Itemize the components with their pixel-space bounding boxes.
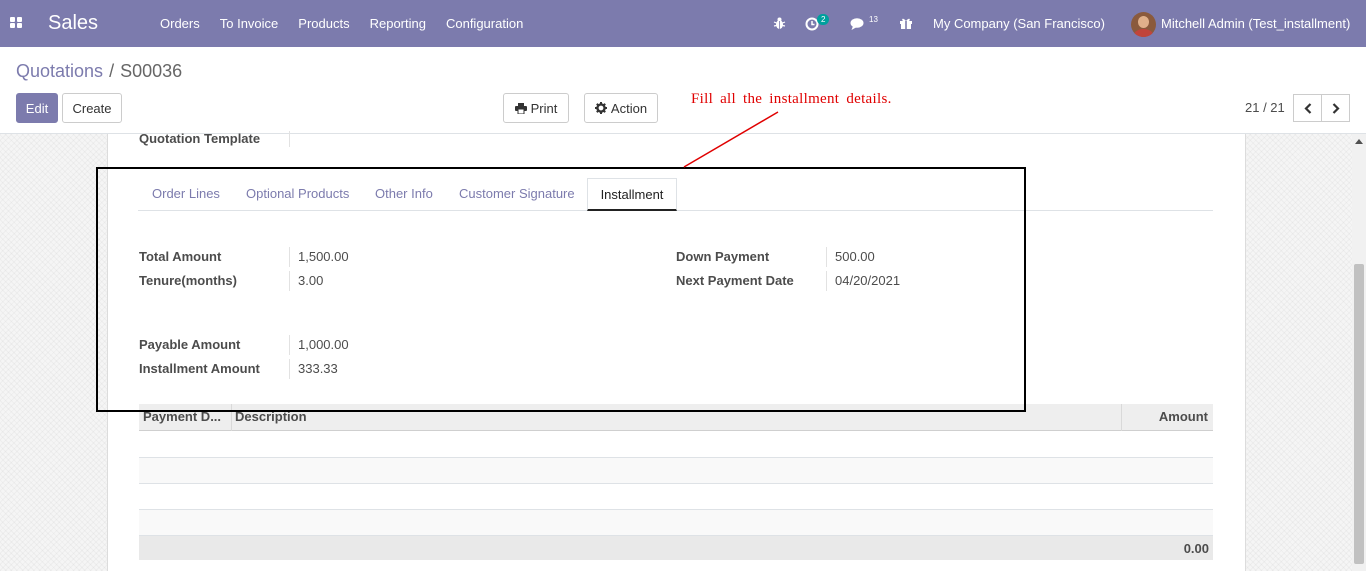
field-separator — [289, 335, 290, 355]
total-amount-label: Total Amount — [139, 249, 222, 264]
table-row — [139, 458, 1213, 484]
breadcrumb-current: S00036 — [120, 61, 183, 81]
gear-icon — [594, 102, 607, 114]
tab-optional-products[interactable]: Optional Products — [246, 186, 349, 201]
column-description[interactable]: Description — [235, 409, 307, 424]
scrollbar[interactable] — [1352, 134, 1366, 571]
avatar[interactable] — [1131, 12, 1156, 37]
chat-icon[interactable] — [850, 17, 866, 31]
messages-badge: 13 — [869, 15, 878, 24]
field-separator — [289, 131, 290, 147]
menu-orders[interactable]: Orders — [160, 16, 200, 31]
create-button-label: Create — [72, 100, 112, 116]
field-separator — [289, 359, 290, 379]
table-header: Payment D... Description Amount — [139, 404, 1213, 431]
table-total: 0.00 — [1183, 541, 1209, 556]
down-payment-value: 500.00 — [835, 249, 875, 264]
next-payment-date-value: 04/20/2021 — [835, 273, 901, 288]
chevron-right-icon — [1332, 102, 1340, 114]
print-button[interactable]: Print — [503, 93, 569, 123]
column-divider — [1121, 404, 1122, 431]
print-icon — [514, 102, 527, 114]
company-switcher[interactable]: My Company (San Francisco) — [933, 16, 1105, 31]
tab-installment[interactable]: Installment — [587, 178, 677, 211]
action-button-label: Action — [610, 100, 648, 116]
table-row — [139, 484, 1213, 510]
menu-configuration[interactable]: Configuration — [446, 16, 523, 31]
next-payment-date-label: Next Payment Date — [676, 273, 794, 288]
print-button-label: Print — [530, 100, 558, 116]
app-name[interactable]: Sales — [48, 12, 98, 35]
tab-installment-label: Installment — [600, 186, 664, 202]
edit-button-label: Edit — [25, 100, 49, 116]
table-footer: 0.00 — [139, 536, 1213, 560]
payable-amount-label: Payable Amount — [139, 337, 241, 352]
pager-value[interactable]: 21 / 21 — [1245, 100, 1285, 115]
chevron-left-icon — [1303, 102, 1311, 114]
breadcrumb: Quotations / S00036 — [16, 61, 182, 82]
action-button[interactable]: Action — [584, 93, 658, 123]
column-payment-date[interactable]: Payment D... — [143, 409, 221, 424]
tab-order-lines[interactable]: Order Lines — [152, 186, 220, 201]
field-separator — [826, 271, 827, 291]
menu-products[interactable]: Products — [298, 16, 349, 31]
field-separator — [826, 247, 827, 267]
tab-other-info[interactable]: Other Info — [375, 186, 433, 201]
down-payment-label: Down Payment — [676, 249, 770, 264]
pager-previous-button[interactable] — [1293, 94, 1322, 122]
column-amount[interactable]: Amount — [1159, 409, 1208, 424]
menu-reporting[interactable]: Reporting — [370, 16, 426, 31]
column-divider — [231, 404, 232, 431]
table-row — [139, 510, 1213, 536]
tenure-value: 3.00 — [298, 273, 324, 288]
scroll-up-arrow-icon[interactable] — [1355, 139, 1363, 144]
activity-badge: 2 — [817, 14, 830, 25]
table-row — [139, 432, 1213, 458]
installment-amount-value: 333.33 — [298, 361, 338, 376]
user-menu[interactable]: Mitchell Admin (Test_installment) — [1161, 16, 1350, 31]
quotation-template-label: Quotation Template — [139, 131, 261, 146]
total-amount-value: 1,500.00 — [298, 249, 349, 264]
installment-amount-label: Installment Amount — [139, 361, 260, 376]
apps-icon[interactable] — [10, 17, 23, 29]
field-separator — [289, 247, 290, 267]
annotation-text: Fill all the installment details. — [691, 91, 892, 107]
bug-icon[interactable] — [773, 17, 786, 30]
breadcrumb-quotations[interactable]: Quotations — [16, 61, 103, 81]
field-separator — [289, 271, 290, 291]
main-menu: Orders To Invoice Products Reporting Con… — [160, 16, 543, 31]
pager-next-button[interactable] — [1321, 94, 1350, 122]
menu-to-invoice[interactable]: To Invoice — [220, 16, 279, 31]
gift-icon[interactable] — [899, 16, 913, 30]
tenure-label: Tenure(months) — [139, 273, 237, 288]
top-navbar: Sales Orders To Invoice Products Reporti… — [0, 0, 1366, 47]
breadcrumb-separator: / — [109, 61, 115, 81]
scroll-thumb[interactable] — [1354, 264, 1364, 564]
tab-customer-signature[interactable]: Customer Signature — [459, 186, 575, 201]
edit-button[interactable]: Edit — [16, 93, 58, 123]
payable-amount-value: 1,000.00 — [298, 337, 349, 352]
create-button[interactable]: Create — [62, 93, 122, 123]
